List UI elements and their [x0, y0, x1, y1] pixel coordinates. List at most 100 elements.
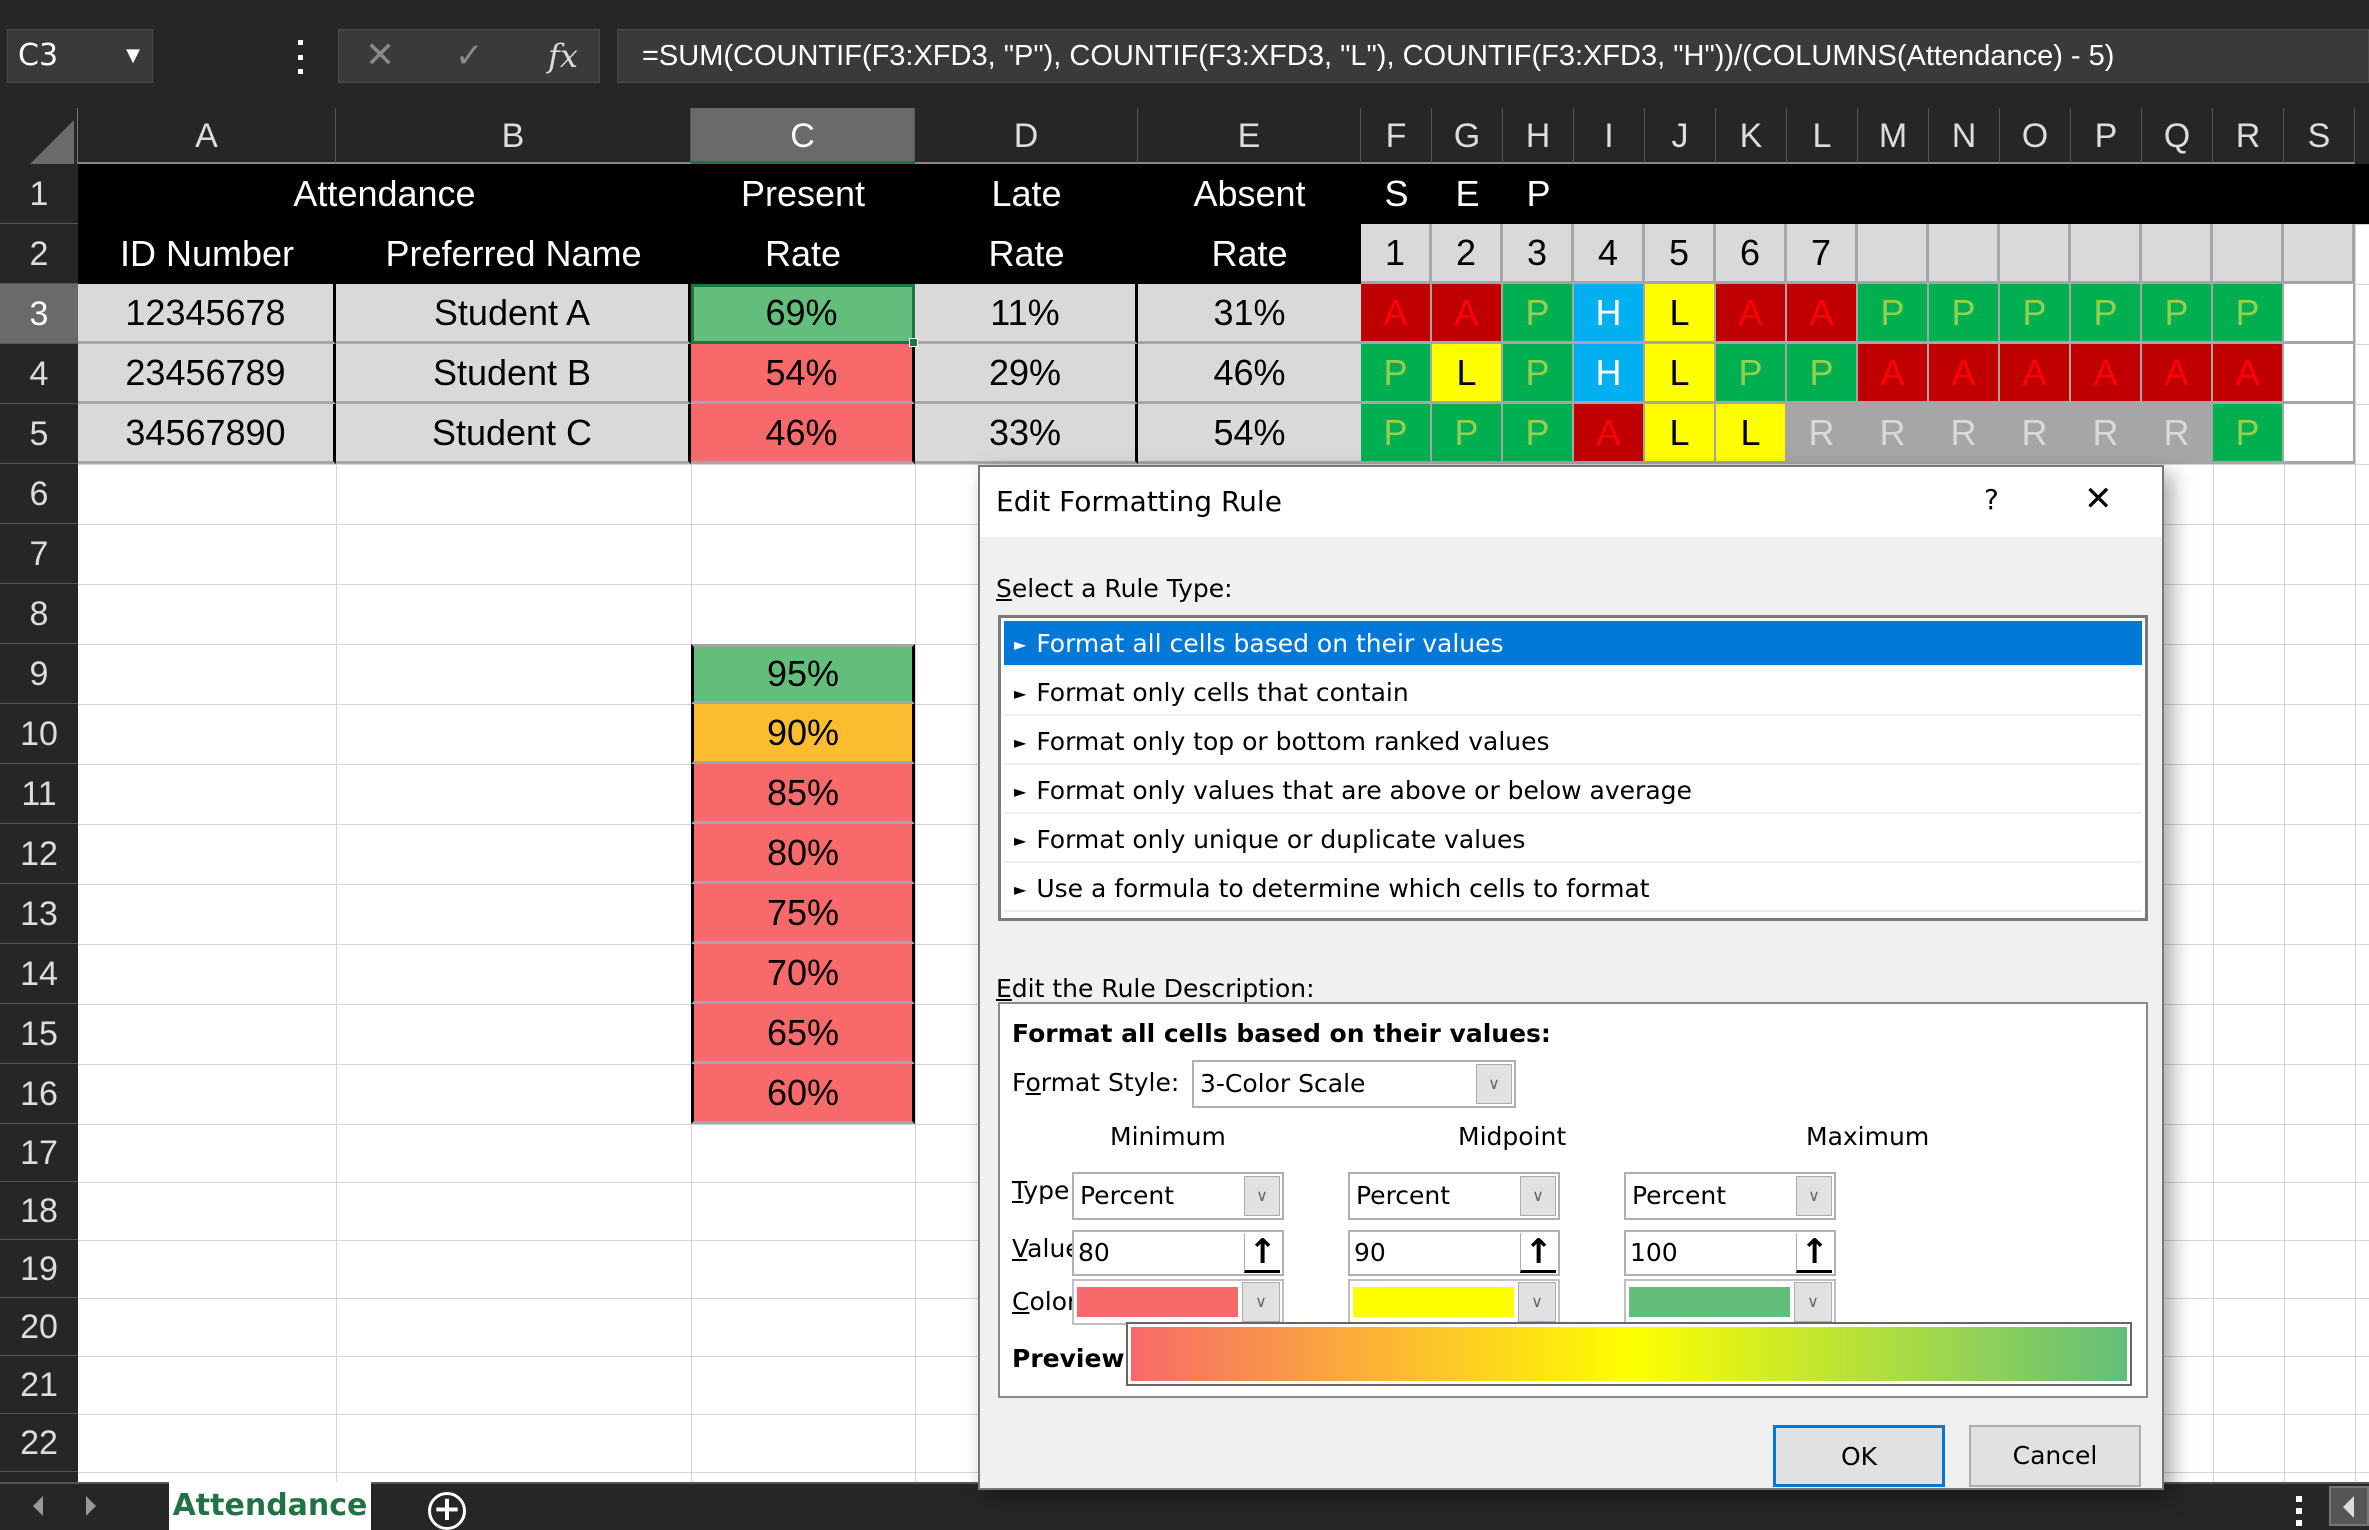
cancel-button[interactable]: Cancel — [1969, 1425, 2141, 1487]
scale-sample-cell[interactable]: 80% — [691, 824, 915, 884]
attendance-mark-cell[interactable]: A — [1858, 344, 1929, 404]
student-late-cell[interactable]: 11% — [915, 284, 1138, 344]
cancel-formula-icon[interactable]: ✕ — [365, 30, 395, 82]
attendance-mark-cell[interactable]: P — [1716, 344, 1787, 404]
column-header-b[interactable]: B — [336, 108, 691, 164]
attendance-mark-cell[interactable]: A — [1432, 284, 1503, 344]
cell-reference-icon[interactable]: ↑ — [1244, 1233, 1280, 1273]
chevron-down-icon[interactable]: ∨ — [1518, 1282, 1556, 1322]
column-header-o[interactable]: O — [2000, 108, 2071, 164]
column-header-k[interactable]: K — [1716, 108, 1787, 164]
column-header-m[interactable]: M — [1858, 108, 1929, 164]
midpoint-color-picker[interactable]: ∨ — [1348, 1279, 1560, 1325]
attendance-mark-cell[interactable]: P — [1787, 344, 1858, 404]
row-header-18[interactable]: 18 — [0, 1182, 78, 1240]
row-header-4[interactable]: 4 — [0, 344, 78, 404]
attendance-mark-cell[interactable]: P — [1361, 344, 1432, 404]
attendance-mark-cell[interactable]: A — [2000, 344, 2071, 404]
scroll-left-button[interactable] — [2329, 1486, 2369, 1526]
minimum-type-select[interactable]: Percent ∨ — [1072, 1172, 1284, 1220]
chevron-down-icon[interactable]: ∨ — [1476, 1064, 1512, 1104]
column-header-d[interactable]: D — [915, 108, 1138, 164]
attendance-mark-cell[interactable]: P — [2071, 284, 2142, 344]
row-header-17[interactable]: 17 — [0, 1124, 78, 1182]
scale-sample-cell[interactable]: 85% — [691, 764, 915, 824]
attendance-mark-cell[interactable]: P — [1503, 344, 1574, 404]
attendance-mark-cell[interactable]: P — [2213, 284, 2284, 344]
row-header-22[interactable]: 22 — [0, 1414, 78, 1472]
attendance-mark-cell[interactable]: L — [1432, 344, 1503, 404]
attendance-mark-cell[interactable]: R — [2000, 404, 2071, 464]
chevron-down-icon[interactable]: ∨ — [1520, 1176, 1556, 1216]
row-header-8[interactable]: 8 — [0, 584, 78, 644]
name-box[interactable]: C3 ▼ — [7, 29, 153, 83]
previous-sheet-icon[interactable] — [33, 1496, 43, 1516]
next-sheet-icon[interactable] — [86, 1496, 96, 1516]
student-name-cell[interactable]: Student C — [336, 404, 691, 464]
row-header-14[interactable]: 14 — [0, 944, 78, 1004]
attendance-mark-cell[interactable]: L — [1645, 344, 1716, 404]
format-style-select[interactable]: 3-Color Scale ∨ — [1192, 1060, 1516, 1108]
row-header-9[interactable]: 9 — [0, 644, 78, 704]
row-header-1[interactable]: 1 — [0, 164, 78, 224]
attendance-mark-cell[interactable]: L — [1716, 404, 1787, 464]
formula-bar-more-icon[interactable] — [296, 40, 304, 74]
close-icon[interactable]: ✕ — [2084, 479, 2113, 519]
scale-sample-cell[interactable]: 60% — [691, 1064, 915, 1124]
attendance-mark-cell[interactable]: R — [1787, 404, 1858, 464]
maximum-type-select[interactable]: Percent ∨ — [1624, 1172, 1836, 1220]
select-all-button[interactable] — [0, 108, 78, 168]
column-header-a[interactable]: A — [78, 108, 336, 164]
help-icon[interactable]: ? — [1984, 483, 1999, 516]
row-header-16[interactable]: 16 — [0, 1064, 78, 1124]
row-header-7[interactable]: 7 — [0, 524, 78, 584]
add-sheet-icon[interactable]: + — [428, 1492, 466, 1530]
attendance-mark-cell[interactable]: A — [2213, 344, 2284, 404]
attendance-mark-cell[interactable]: L — [1645, 284, 1716, 344]
rule-type-item[interactable]: ► Format only values that are above or be… — [1004, 768, 2142, 814]
attendance-mark-cell[interactable] — [2284, 404, 2355, 464]
attendance-mark-cell[interactable]: A — [1787, 284, 1858, 344]
chevron-down-icon[interactable]: ∨ — [1794, 1282, 1832, 1322]
row-header-20[interactable]: 20 — [0, 1298, 78, 1356]
column-header-p[interactable]: P — [2071, 108, 2142, 164]
minimum-color-picker[interactable]: ∨ — [1072, 1279, 1284, 1325]
column-header-j[interactable]: J — [1645, 108, 1716, 164]
attendance-mark-cell[interactable] — [2284, 284, 2355, 344]
rule-type-item[interactable]: ► Use a formula to determine which cells … — [1004, 866, 2142, 912]
row-header-13[interactable]: 13 — [0, 884, 78, 944]
attendance-mark-cell[interactable]: P — [1432, 404, 1503, 464]
student-absent-cell[interactable]: 46% — [1138, 344, 1361, 404]
row-header-11[interactable]: 11 — [0, 764, 78, 824]
student-present-cell[interactable]: 69% — [691, 284, 915, 344]
student-name-cell[interactable]: Student A — [336, 284, 691, 344]
rule-type-item[interactable]: ► Format all cells based on their values — [1004, 621, 2142, 667]
attendance-mark-cell[interactable]: P — [2213, 404, 2284, 464]
chevron-down-icon[interactable]: ∨ — [1242, 1282, 1280, 1322]
student-present-cell[interactable]: 46% — [691, 404, 915, 464]
attendance-mark-cell[interactable]: P — [2000, 284, 2071, 344]
attendance-mark-cell[interactable]: P — [1361, 404, 1432, 464]
attendance-mark-cell[interactable]: A — [2071, 344, 2142, 404]
rule-type-item[interactable]: ► Format only unique or duplicate values — [1004, 817, 2142, 863]
attendance-mark-cell[interactable]: P — [1929, 284, 2000, 344]
cell-reference-icon[interactable]: ↑ — [1520, 1233, 1556, 1273]
attendance-mark-cell[interactable]: R — [1858, 404, 1929, 464]
attendance-mark-cell[interactable]: H — [1574, 284, 1645, 344]
rule-type-list[interactable]: ► Format all cells based on their values ►… — [998, 615, 2148, 921]
attendance-mark-cell[interactable]: P — [1503, 404, 1574, 464]
column-header-r[interactable]: R — [2213, 108, 2284, 164]
ok-button[interactable]: OK — [1773, 1425, 1945, 1487]
attendance-mark-cell[interactable]: P — [2142, 284, 2213, 344]
chevron-down-icon[interactable]: ∨ — [1244, 1176, 1280, 1216]
attendance-mark-cell[interactable]: P — [1503, 284, 1574, 344]
attendance-mark-cell[interactable]: H — [1574, 344, 1645, 404]
column-header-h[interactable]: H — [1503, 108, 1574, 164]
row-header-15[interactable]: 15 — [0, 1004, 78, 1064]
column-header-g[interactable]: G — [1432, 108, 1503, 164]
row-header-2[interactable]: 2 — [0, 224, 78, 284]
chevron-down-icon[interactable]: ∨ — [1796, 1176, 1832, 1216]
attendance-mark-cell[interactable]: A — [2142, 344, 2213, 404]
minimum-value-input[interactable]: 80 ↑ — [1072, 1230, 1284, 1276]
scale-sample-cell[interactable]: 65% — [691, 1004, 915, 1064]
